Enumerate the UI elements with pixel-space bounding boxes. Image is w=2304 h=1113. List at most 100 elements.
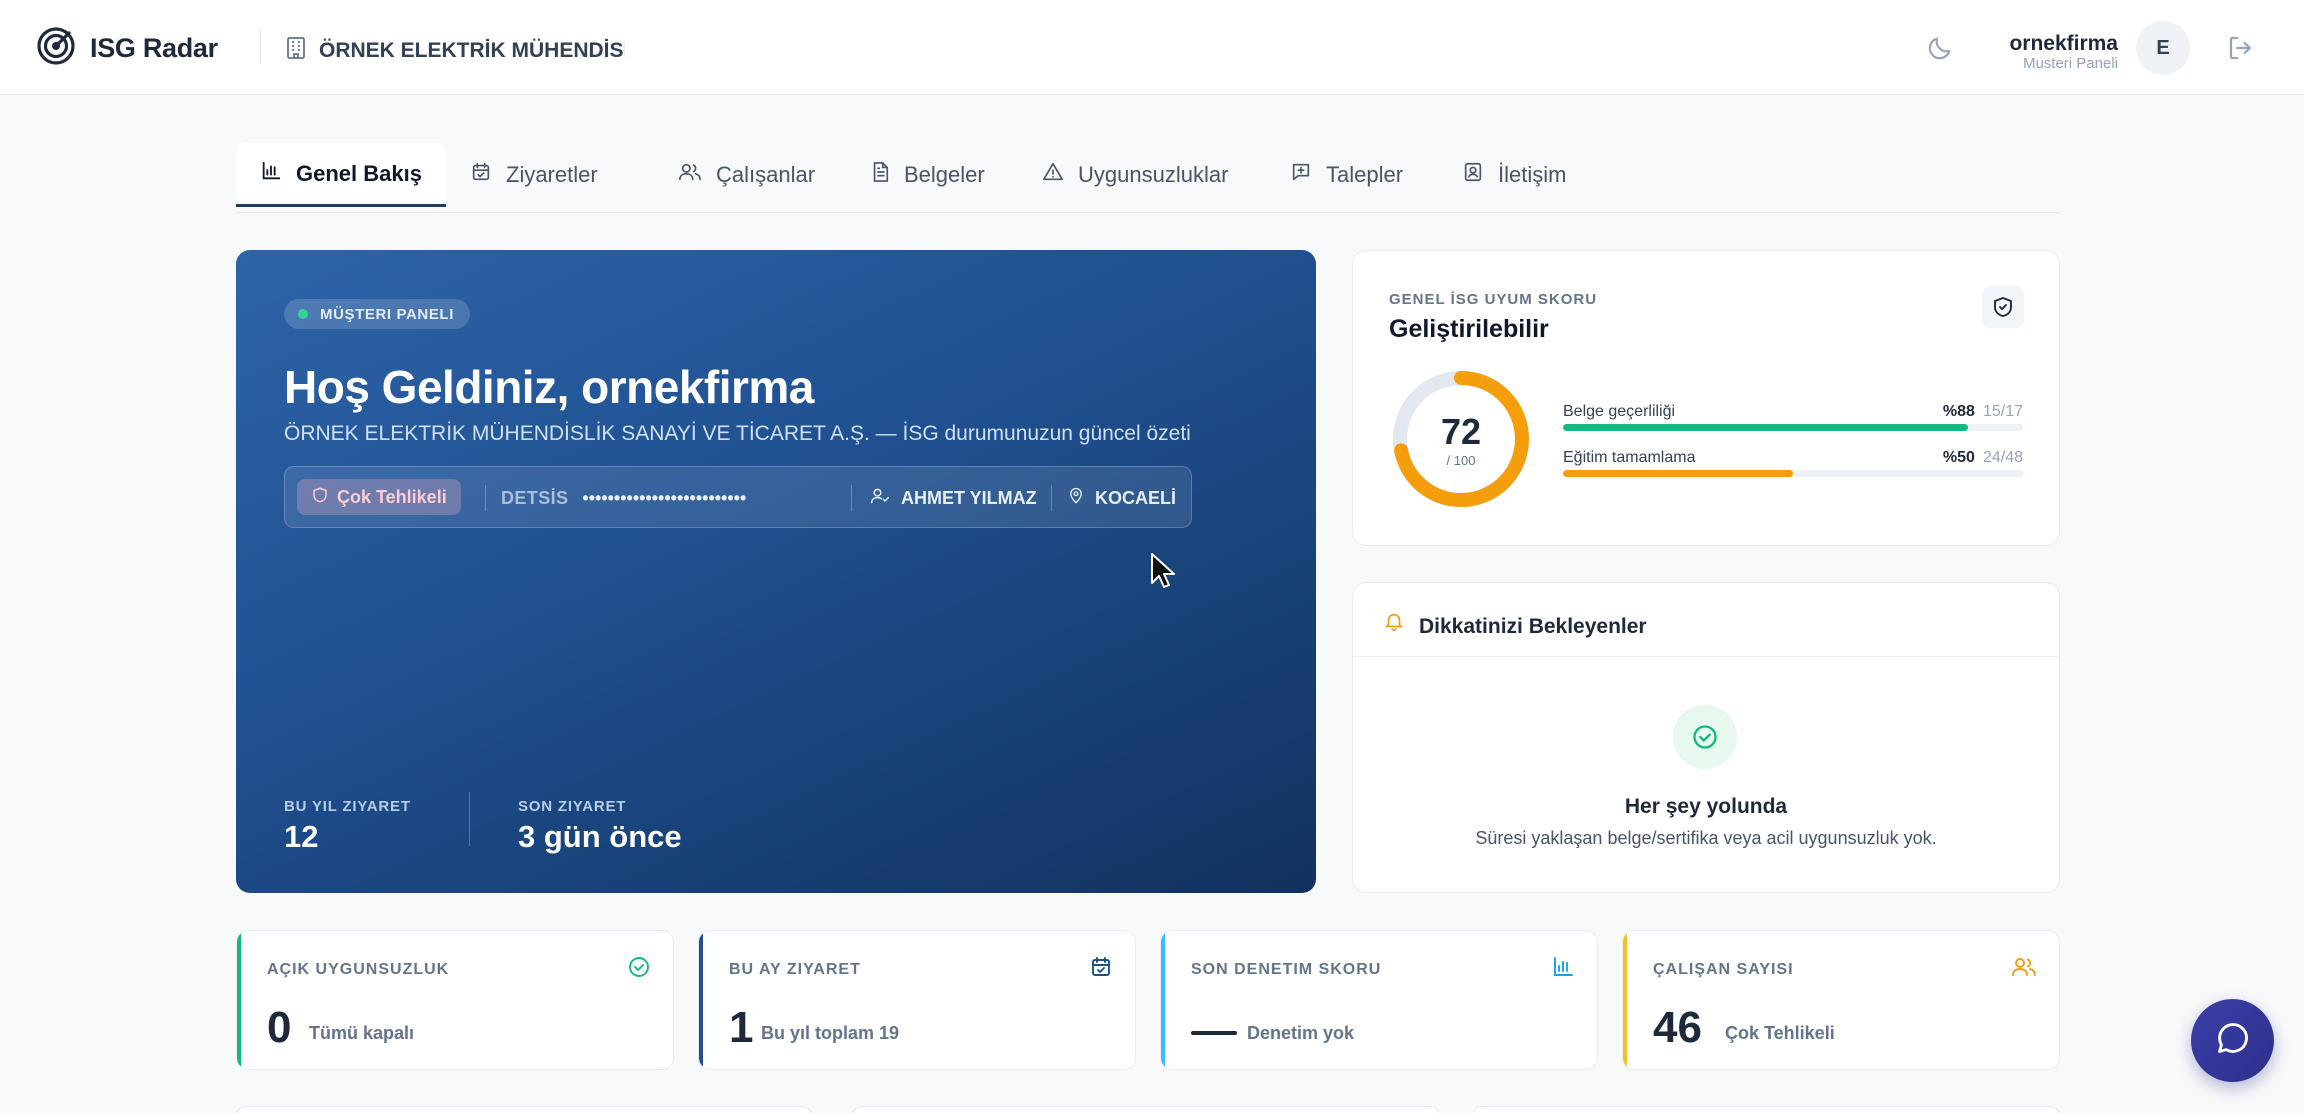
building-icon xyxy=(285,36,307,65)
info-divider xyxy=(851,485,852,511)
document-validity-bar: Belge geçerliliği %88 15/17 xyxy=(1563,403,2023,431)
panel-badge: MÜŞTERI PANELI xyxy=(284,299,470,329)
bar-label: Eğitim tamamlama xyxy=(1563,449,1696,466)
kpi-accent xyxy=(1161,931,1165,1069)
kpi-label: BU AY ZIYARET xyxy=(729,961,861,978)
danger-class-badge: Çok Tehlikeli xyxy=(297,479,461,515)
kpi-accent xyxy=(1623,931,1627,1069)
kpi-employee-count[interactable]: ÇALIŞAN SAYISI 46 Çok Tehlikeli xyxy=(1622,930,2060,1070)
attention-title: Dikkatinizi Bekleyenler xyxy=(1419,615,1647,638)
user-role: Musteri Paneli xyxy=(2022,55,2118,72)
bar-fill xyxy=(1563,424,1968,431)
tab-label: Ziyaretler xyxy=(506,162,598,187)
users-icon xyxy=(678,161,716,189)
app-logo[interactable]: ISG Radar xyxy=(36,26,218,71)
tab-calisanlar[interactable]: Çalışanlar xyxy=(654,143,839,207)
kpi-subtext: Çok Tehlikeli xyxy=(1725,1023,1835,1043)
attention-header: Dikkatinizi Bekleyenler xyxy=(1353,583,2059,657)
user-name: ornekfirma xyxy=(2009,32,2118,55)
training-completion-bar: Eğitim tamamlama %50 24/48 xyxy=(1563,449,2023,477)
map-pin-icon xyxy=(1067,486,1095,511)
tab-genel-bakis[interactable]: Genel Bakış xyxy=(236,143,446,207)
kpi-month-visits[interactable]: BU AY ZIYARET 1 Bu yıl toplam 19 xyxy=(698,930,1136,1070)
bar-count: 15/17 xyxy=(1982,403,2023,420)
tab-label: Uygunsuzluklar xyxy=(1078,162,1229,187)
kpi-value: 46 xyxy=(1653,1003,1702,1052)
tab-label: Çalışanlar xyxy=(716,162,816,187)
tab-bar: Genel Bakış Ziyaretler Çalışanlar Belgel… xyxy=(236,143,2060,213)
header-divider xyxy=(260,30,261,64)
kpi-value: 1 xyxy=(729,1003,754,1052)
kpi-last-audit-score[interactable]: SON DENETIM SKORU Denetim yok xyxy=(1160,930,1598,1070)
warning-icon xyxy=(1042,161,1078,189)
info-divider xyxy=(485,485,486,511)
next-row-card xyxy=(236,1106,812,1113)
city-name: KOCAELİ xyxy=(1095,487,1176,508)
contact-icon xyxy=(1462,161,1498,189)
stat-divider xyxy=(469,792,470,846)
status-dot xyxy=(298,309,308,319)
users-icon xyxy=(2011,955,2037,984)
kpi-label: AÇIK UYGUNSUZLUK xyxy=(267,961,450,978)
next-row-card xyxy=(852,1106,1440,1113)
tab-belgeler[interactable]: Belgeler xyxy=(846,143,1009,207)
kpi-accent xyxy=(699,931,703,1069)
kpi-subtext: Tümü kapalı xyxy=(309,1023,415,1043)
company-name: ÖRNEK ELEKTRİK MÜHENDİSLİK SANAYİ VE TİC… xyxy=(319,38,625,62)
score-gauge: 72 / 100 xyxy=(1389,367,1533,511)
stat-label: BU YIL ZIYARET xyxy=(284,798,411,815)
chat-bubble-icon xyxy=(2214,1019,2252,1062)
kpi-open-nonconformity[interactable]: AÇIK UYGUNSUZLUK 0 Tümü kapalı xyxy=(236,930,674,1070)
chat-button[interactable] xyxy=(2191,999,2274,1082)
kpi-label: ÇALIŞAN SAYISI xyxy=(1653,961,1794,978)
kpi-label: SON DENETIM SKORU xyxy=(1191,961,1382,978)
check-circle-icon xyxy=(1673,705,1737,769)
info-divider xyxy=(1051,485,1052,511)
stat-value: 12 xyxy=(284,819,319,854)
tab-label: İletişim xyxy=(1498,162,1567,187)
detsis-label: DETSİS xyxy=(501,487,569,508)
logout-icon[interactable] xyxy=(2226,33,2256,68)
shield-check-icon[interactable] xyxy=(1982,286,2024,328)
kpi-subtext: Bu yıl toplam 19 xyxy=(761,1023,900,1043)
user-check-icon xyxy=(869,486,901,511)
score-value: 72 xyxy=(1440,411,1482,452)
theme-toggle-icon[interactable] xyxy=(1926,34,1954,67)
company-selector[interactable]: ÖRNEK ELEKTRİK MÜHENDİSLİK SANAYİ VE TİC… xyxy=(285,36,625,65)
bar-percent: %50 xyxy=(1942,449,1975,466)
kpi-accent xyxy=(237,931,241,1069)
next-row-card xyxy=(1472,1106,2060,1113)
app-name: ISG Radar xyxy=(90,33,218,63)
document-icon xyxy=(870,161,904,189)
score-max: / 100 xyxy=(1446,453,1476,468)
detsis-value: •••••••••••••••••••••••••• xyxy=(582,487,747,508)
calendar-check-icon xyxy=(1089,955,1113,984)
shield-icon xyxy=(311,485,337,510)
kpi-value: 0 xyxy=(267,1003,292,1052)
compliance-score-card: GENEL İSG UYUM SKORU Geliştirilebilir 72… xyxy=(1352,250,2060,546)
user-info[interactable]: ornekfirma Musteri Paneli xyxy=(2009,33,2118,73)
tab-uygunsuzluklar[interactable]: Uygunsuzluklar xyxy=(1018,143,1252,207)
bar-chart-icon xyxy=(1551,955,1575,984)
score-status: Geliştirilebilir xyxy=(1389,315,1549,343)
tab-ziyaretler[interactable]: Ziyaretler xyxy=(446,143,622,207)
welcome-title: Hoş Geldiniz, ornekfirma xyxy=(284,361,814,413)
bar-label: Belge geçerliliği xyxy=(1563,403,1676,420)
stat-last-visit: SON ZIYARET 3 gün önce xyxy=(518,798,682,855)
tab-label: Genel Bakış xyxy=(296,160,422,186)
welcome-subtitle: ÖRNEK ELEKTRİK MÜHENDİSLİK SANAYİ VE TİC… xyxy=(284,422,1191,445)
bell-icon xyxy=(1383,609,1405,638)
tab-talepler[interactable]: Talepler xyxy=(1266,143,1427,207)
check-circle-icon xyxy=(627,955,651,984)
attention-card: Dikkatinizi Bekleyenler Her şey yolunda … xyxy=(1352,582,2060,893)
bar-chart-icon xyxy=(260,160,296,188)
attention-ok-description: Süresi yaklaşan belge/sertifika veya aci… xyxy=(1475,828,1937,848)
tab-iletisim[interactable]: İletişim xyxy=(1438,143,1590,207)
stat-label: SON ZIYARET xyxy=(518,798,627,815)
avatar[interactable]: E xyxy=(2136,21,2190,75)
mouse-cursor-icon xyxy=(1150,552,1176,595)
detsis-field: DETSİS •••••••••••••••••••••••••• xyxy=(501,467,746,529)
danger-class-label: Çok Tehlikeli xyxy=(337,486,447,507)
expert-field: AHMET YILMAZ xyxy=(869,467,1037,529)
tab-label: Belgeler xyxy=(904,162,985,187)
